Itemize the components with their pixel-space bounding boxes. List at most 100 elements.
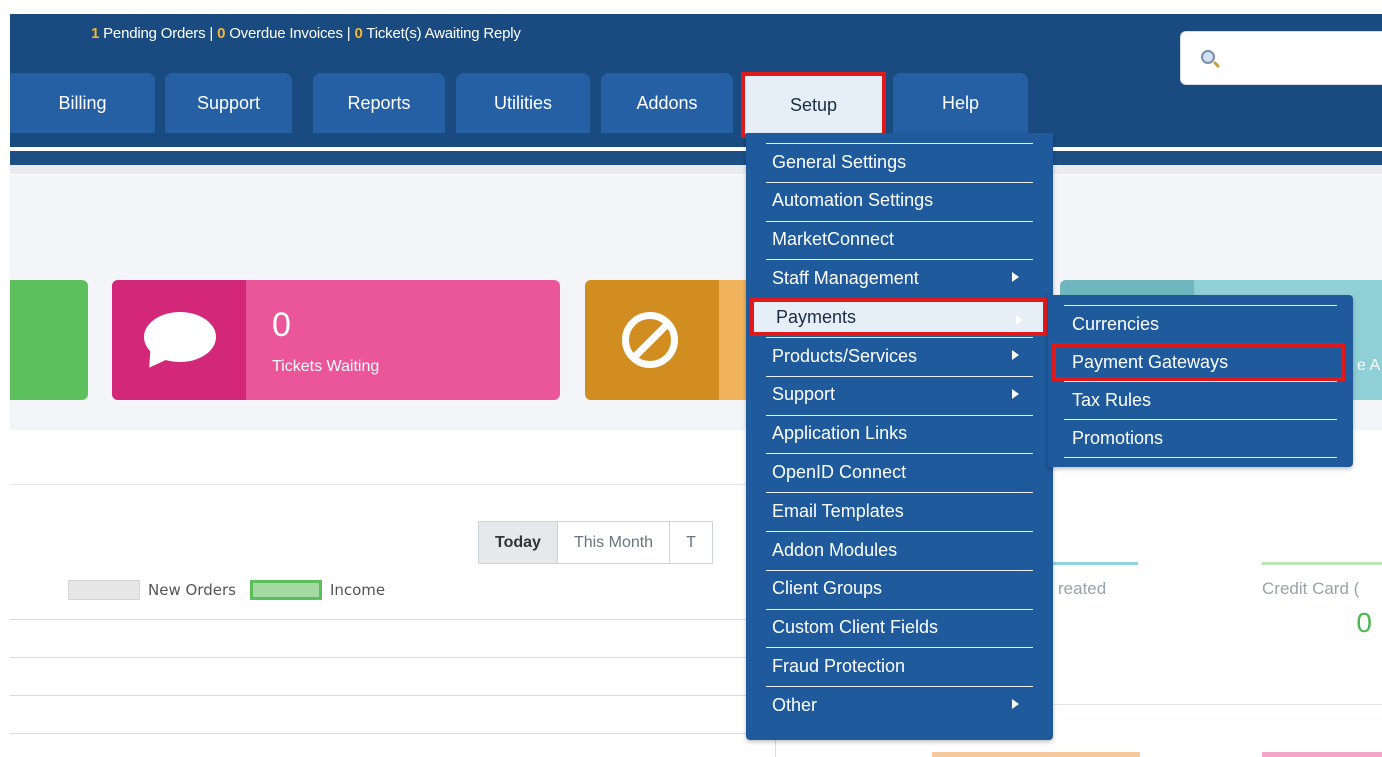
payments-submenu-item-currencies[interactable]: Currencies bbox=[1056, 305, 1345, 343]
caret-right-icon bbox=[1016, 315, 1023, 326]
tickets-label: Tickets Waiting bbox=[272, 358, 380, 375]
setup-menu-item-label: Application Links bbox=[772, 423, 908, 444]
menu-divider bbox=[766, 220, 1033, 222]
payments-submenu-item-label: Currencies bbox=[1072, 313, 1160, 334]
range-this-month-button[interactable]: This Month bbox=[557, 521, 671, 564]
setup-menu-item-label: Fraud Protection bbox=[772, 655, 906, 676]
tickets-awaiting-link[interactable]: 0 Ticket(s) Awaiting Reply bbox=[354, 25, 520, 42]
setup-menu-item-automation-settings[interactable]: Automation Settings bbox=[756, 181, 1043, 220]
pending-orders-link[interactable]: 1 Pending Orders bbox=[91, 25, 206, 42]
header-shadow bbox=[10, 165, 1382, 174]
ban-icon bbox=[622, 312, 678, 368]
setup-menu-item-custom-client-fields[interactable]: Custom Client Fields bbox=[756, 608, 1043, 647]
income-legend-label: Income bbox=[329, 581, 386, 599]
chart-gridline bbox=[10, 657, 775, 658]
payments-submenu-item-tax-rules[interactable]: Tax Rules bbox=[1056, 381, 1345, 419]
stat-bar-orange bbox=[932, 752, 1140, 757]
caret-right-icon bbox=[1012, 272, 1019, 283]
setup-menu-item-email-templates[interactable]: Email Templates bbox=[756, 492, 1043, 530]
menu-divider bbox=[766, 686, 1033, 688]
search-icon-handle bbox=[1212, 60, 1221, 69]
tab-reports[interactable]: Reports bbox=[313, 73, 445, 133]
range-third-button[interactable]: T bbox=[670, 521, 713, 564]
setup-menu-item-label: Products/Services bbox=[772, 345, 918, 366]
setup-dropdown-menu: General Settings Automation Settings Marke… bbox=[746, 133, 1053, 740]
payments-submenu-item-promotions[interactable]: Promotions bbox=[1056, 419, 1345, 457]
caret-right-icon bbox=[1012, 350, 1019, 360]
setup-menu-item-marketconnect[interactable]: MarketConnect bbox=[756, 220, 1043, 259]
payments-submenu-item-payment-gateways[interactable]: Payment Gateways bbox=[1052, 343, 1345, 381]
caret-right-icon bbox=[1012, 699, 1019, 710]
setup-menu-item-openid-connect[interactable]: OpenID Connect bbox=[756, 453, 1043, 491]
setup-menu-item-label: Payments bbox=[776, 306, 857, 327]
caret-right-icon bbox=[1012, 388, 1019, 399]
cancellations-icon-zone bbox=[585, 280, 719, 400]
setup-menu-item-products-services[interactable]: Products/Services bbox=[756, 337, 1043, 375]
search-input[interactable] bbox=[1180, 31, 1382, 85]
top-header: 1 Pending Orders | 0 Overdue Invoices | 0 Ti… bbox=[0, 14, 1382, 174]
menu-divider bbox=[766, 337, 1033, 338]
new-orders-swatch bbox=[68, 580, 140, 600]
tab-help[interactable]: Help bbox=[893, 73, 1028, 133]
stats-divider bbox=[1046, 704, 1382, 705]
payments-submenu-item-label: Tax Rules bbox=[1072, 389, 1152, 410]
payments-submenu: Currencies Payment Gateways Tax Rules Promo… bbox=[1048, 295, 1353, 467]
setup-menu-item-label: Staff Management bbox=[772, 267, 919, 288]
tab-billing[interactable]: Billing bbox=[10, 73, 155, 133]
menu-divider bbox=[1064, 381, 1337, 382]
setup-menu-item-payments[interactable]: Payments bbox=[750, 298, 1047, 337]
section-divider bbox=[10, 484, 870, 485]
menu-divider bbox=[766, 259, 1033, 261]
overdue-invoices-link[interactable]: 0 Overdue Invoices bbox=[217, 25, 343, 42]
menu-divider bbox=[766, 143, 1033, 144]
setup-menu-item-label: Automation Settings bbox=[772, 190, 934, 211]
stat-credit-card: Credit Card ( 0 bbox=[1262, 562, 1382, 639]
menu-divider bbox=[766, 414, 1033, 416]
setup-menu-item-client-groups[interactable]: Client Groups bbox=[756, 569, 1043, 608]
notice-bar: 1 Pending Orders | 0 Overdue Invoices | 0 Ti… bbox=[91, 25, 521, 42]
menu-divider bbox=[766, 531, 1033, 532]
tickets-waiting-card[interactable]: 0 Tickets Waiting bbox=[112, 280, 560, 400]
range-today-button[interactable]: Today bbox=[478, 521, 558, 564]
new-orders-legend-label: New Orders bbox=[148, 581, 236, 599]
tab-addons[interactable]: Addons bbox=[601, 73, 733, 133]
setup-menu-item-general-settings[interactable]: General Settings bbox=[756, 143, 1043, 181]
menu-divider bbox=[766, 492, 1033, 494]
setup-menu-item-support[interactable]: Support bbox=[756, 375, 1043, 414]
payments-submenu-item-label: Promotions bbox=[1072, 427, 1164, 448]
range-selector: Today This Month T bbox=[478, 521, 713, 564]
setup-menu-item-other[interactable]: Other bbox=[756, 686, 1043, 724]
tab-support[interactable]: Support bbox=[165, 73, 292, 133]
tab-setup[interactable]: Setup bbox=[741, 72, 886, 138]
summary-card-green[interactable] bbox=[10, 280, 88, 400]
teal-card-label: e A bbox=[1357, 357, 1381, 374]
setup-menu-item-application-links[interactable]: Application Links bbox=[756, 414, 1043, 453]
tab-utilities[interactable]: Utilities bbox=[456, 73, 590, 133]
payments-submenu-item-label: Payment Gateways bbox=[1072, 351, 1229, 372]
stat-credit-bar bbox=[1262, 562, 1382, 565]
setup-menu-item-staff-management[interactable]: Staff Management bbox=[756, 259, 1043, 297]
setup-menu-item-label: General Settings bbox=[772, 151, 907, 172]
cancellations-card[interactable] bbox=[585, 280, 750, 400]
menu-divider bbox=[766, 569, 1033, 571]
income-swatch bbox=[249, 580, 322, 600]
chart-gridline bbox=[10, 695, 775, 696]
menu-divider bbox=[766, 647, 1033, 649]
setup-menu-item-label: Addon Modules bbox=[772, 539, 898, 560]
menu-divider bbox=[766, 375, 1033, 377]
setup-menu-item-label: OpenID Connect bbox=[772, 461, 907, 482]
tickets-icon-zone bbox=[112, 280, 246, 400]
stat-bar-pink bbox=[1262, 752, 1382, 757]
setup-menu-item-label: Email Templates bbox=[772, 500, 904, 521]
setup-menu-item-label: Support bbox=[772, 384, 836, 405]
tickets-count: 0 bbox=[272, 306, 291, 344]
setup-menu-item-addon-modules[interactable]: Addon Modules bbox=[756, 531, 1043, 569]
menu-divider bbox=[766, 608, 1033, 610]
stat-credit-label: Credit Card ( bbox=[1262, 579, 1360, 598]
menu-divider bbox=[766, 453, 1033, 455]
menu-divider bbox=[1064, 457, 1337, 458]
menu-divider bbox=[766, 181, 1033, 183]
chart-gridline bbox=[10, 733, 775, 734]
chart-legend: New Orders Income bbox=[68, 580, 399, 600]
setup-menu-item-fraud-protection[interactable]: Fraud Protection bbox=[756, 647, 1043, 685]
